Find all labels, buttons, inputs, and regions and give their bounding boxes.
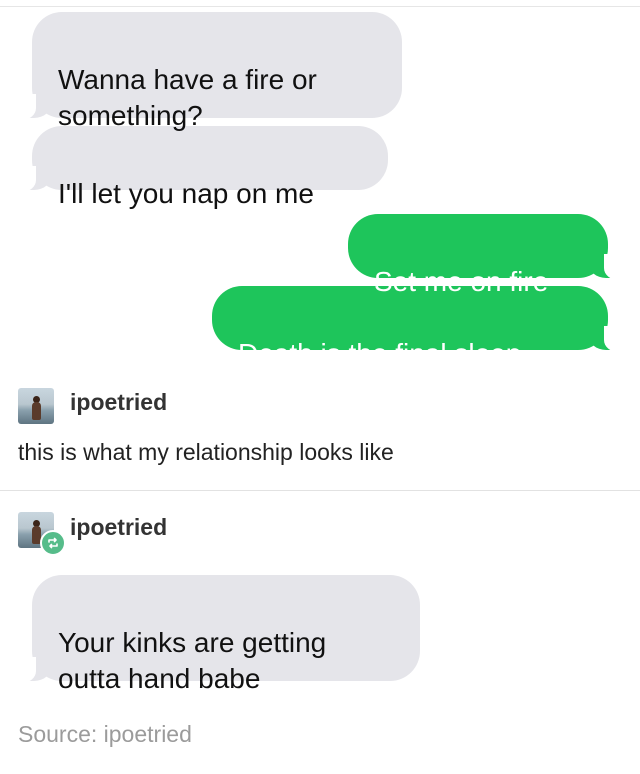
message-bubble-received: I'll let you nap on me [10, 126, 388, 209]
reblog-icon [40, 530, 66, 556]
message-bubble-received: Wanna have a fire or something? [10, 12, 402, 131]
message-text: Your kinks are getting outta hand babe [58, 627, 327, 694]
message-text: Death is the final sleep [238, 338, 522, 369]
message-text: Wanna have a fire or something? [58, 64, 317, 131]
avatar-figure [32, 402, 41, 420]
post-username[interactable]: ipoetried [70, 388, 167, 416]
message-bubble-sent: Set me on fire [348, 214, 630, 297]
message-text: Set me on fire [374, 266, 549, 297]
avatar[interactable] [18, 388, 54, 424]
top-divider [0, 6, 640, 7]
reblog-username[interactable]: ipoetried [70, 513, 167, 541]
post-divider [0, 490, 640, 491]
reply-bubble-received: Your kinks are getting outta hand babe [10, 575, 420, 694]
post-caption: this is what my relationship looks like [18, 439, 394, 465]
message-text: I'll let you nap on me [58, 178, 314, 209]
source-link[interactable]: Source: ipoetried [18, 720, 192, 748]
reblog-icon-glyph [48, 537, 58, 549]
